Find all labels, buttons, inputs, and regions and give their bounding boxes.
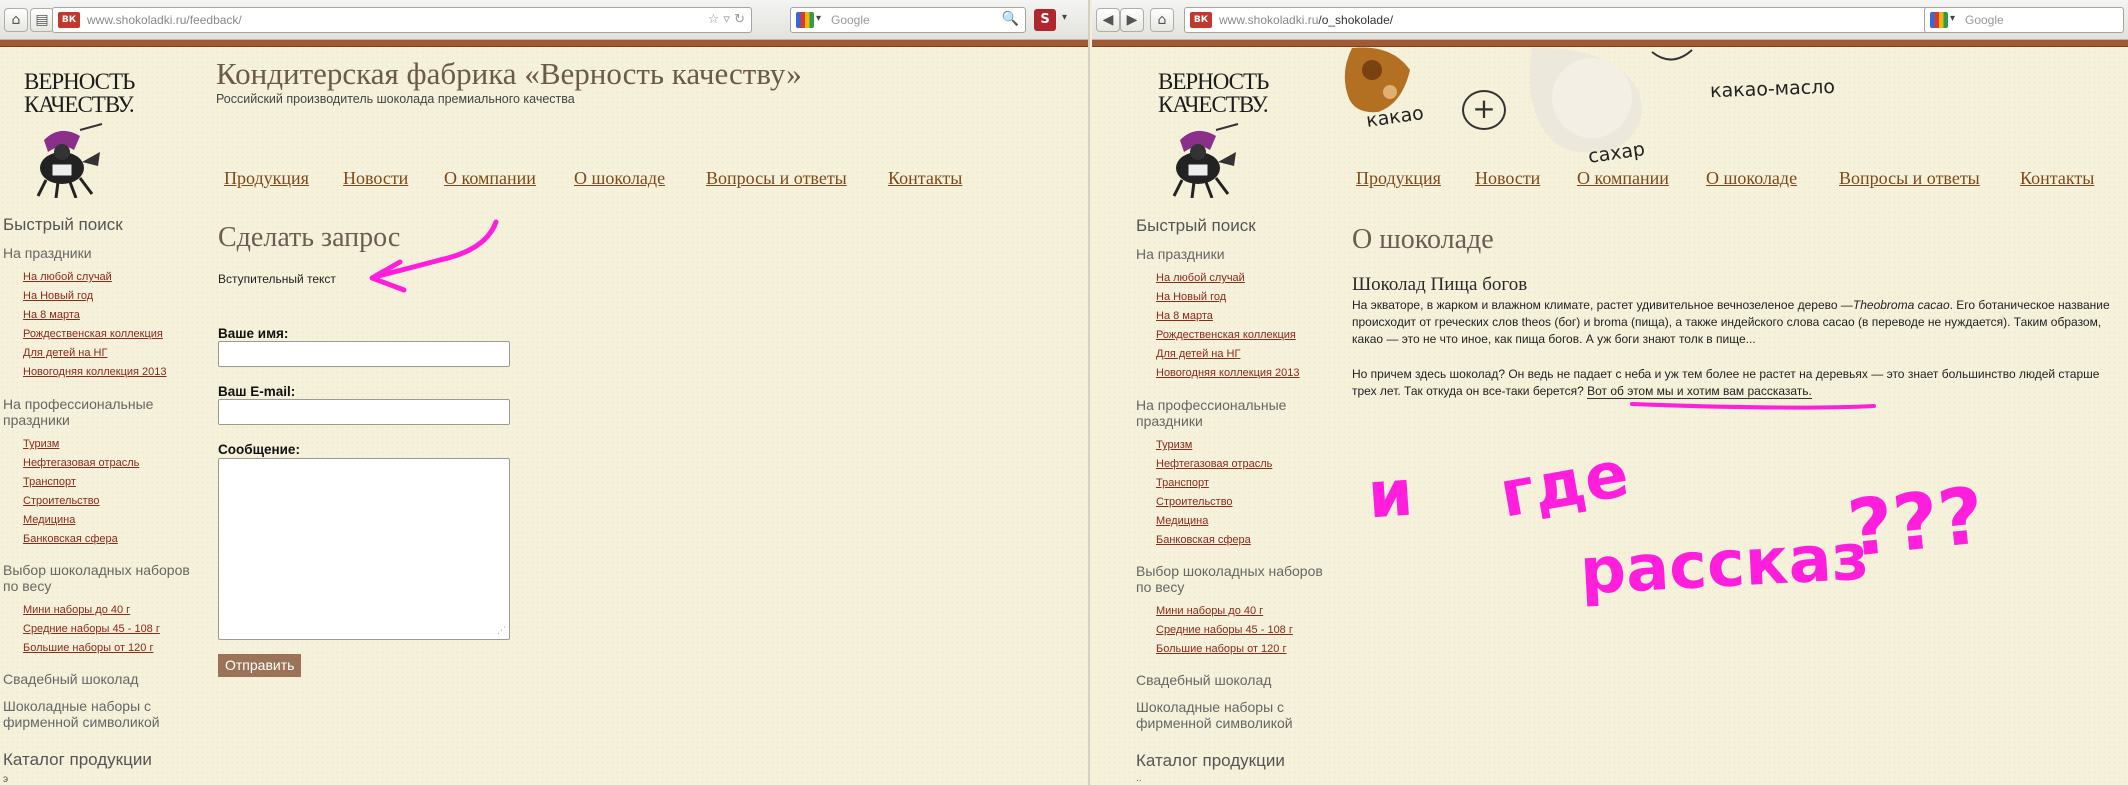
handwriting-word-1: и [1365, 456, 1416, 534]
annotation-arrow [369, 219, 499, 293]
annotation-underline [1630, 402, 1876, 410]
right-browser-window: ◀ ▶ ⌂ ВК www.shokoladki.ru/o_shokolade/ … [1092, 0, 2128, 785]
handwriting-question-marks: ??? [1843, 471, 1989, 575]
left-browser-window: ⌂ ▤ ВК www.shokoladki.ru/feedback/ ☆ ▿ ↻… [0, 0, 1090, 785]
handwriting-word-3: рассказ [1578, 520, 1871, 610]
